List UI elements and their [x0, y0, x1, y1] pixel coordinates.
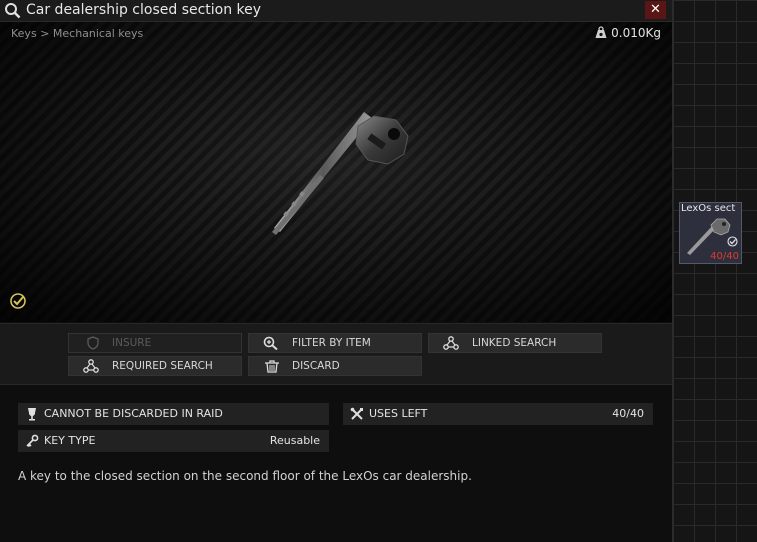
item-weight: 0.010Kg	[595, 26, 661, 40]
key-image	[272, 112, 409, 235]
required-search-button[interactable]: REQUIRED SEARCH	[68, 356, 242, 376]
cannot-discard-row: CANNOT BE DISCARDED IN RAID	[18, 403, 329, 425]
action-bar: INSURE FILTER BY ITEM LINKED SEARCH REQU…	[0, 323, 672, 385]
uses-left-row: USES LEFT 40/40	[343, 403, 653, 425]
inspect-window: Car dealership closed section key ✕ Keys…	[0, 0, 673, 542]
examined-checkmark-icon	[10, 293, 26, 309]
linked-search-button[interactable]: LINKED SEARCH	[428, 333, 602, 353]
uses-left-value: 40/40	[612, 407, 644, 420]
tools-icon	[350, 407, 363, 420]
filter-by-item-button[interactable]: FILTER BY ITEM	[248, 333, 422, 353]
insure-button[interactable]: INSURE	[68, 333, 242, 353]
key-type-row: KEY TYPE Reusable	[18, 430, 329, 452]
discard-button[interactable]: DISCARD	[248, 356, 422, 376]
window-title: Car dealership closed section key	[26, 2, 262, 18]
stash-key-item[interactable]: LexOs sect 40/40	[679, 202, 742, 264]
checkmark-badge-icon	[727, 236, 738, 247]
close-button[interactable]: ✕	[645, 1, 666, 19]
key-thumbnail-icon	[687, 218, 731, 255]
key-type-value: Reusable	[269, 434, 320, 447]
trash-icon	[265, 360, 279, 373]
nodes-icon	[443, 336, 459, 350]
breadcrumb[interactable]: Keys > Mechanical keys	[11, 27, 143, 40]
search-icon	[5, 3, 21, 19]
shield-icon	[87, 336, 99, 350]
stash-grid[interactable]	[673, 0, 757, 542]
cup-icon	[28, 408, 36, 421]
title-bar[interactable]: Car dealership closed section key ✕	[0, 0, 672, 22]
nodes-icon	[83, 359, 99, 373]
key-icon	[26, 434, 39, 448]
item-description: A key to the closed section on the secon…	[18, 469, 472, 483]
stash-item-uses: 40/40	[710, 251, 739, 262]
item-preview: Keys > Mechanical keys 0.010Kg	[0, 22, 672, 322]
weight-icon	[595, 26, 607, 38]
magnifier-plus-icon	[263, 336, 278, 350]
